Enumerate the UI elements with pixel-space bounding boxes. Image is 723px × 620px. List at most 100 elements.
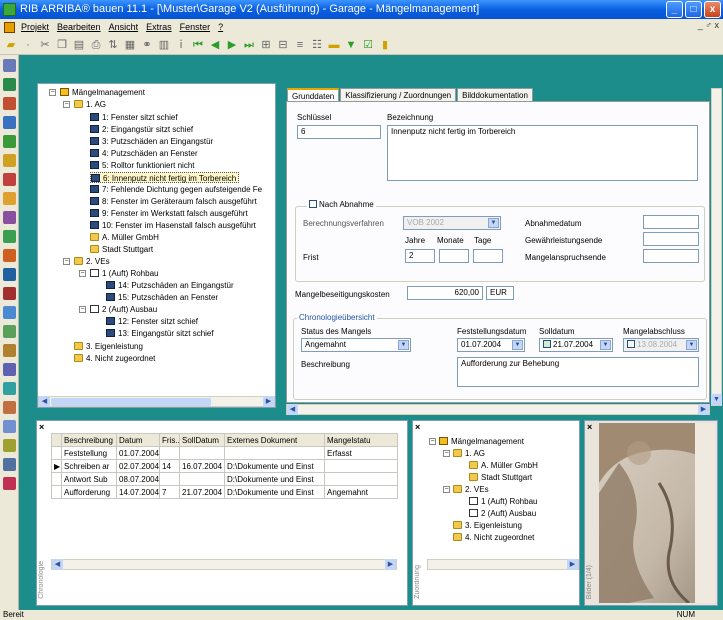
chevron-down-icon[interactable]: ▼	[686, 340, 697, 350]
paste-icon[interactable]: ▤	[72, 38, 86, 52]
tree-defect-item[interactable]: 10: Fenster im Hasenstall falsch ausgefü…	[90, 220, 256, 231]
properties-icon[interactable]: ▥	[157, 38, 171, 52]
menu-projekt[interactable]: Projekt	[17, 22, 53, 32]
frist-jahre-field[interactable]: 2	[405, 249, 435, 263]
close-icon[interactable]: ×	[415, 422, 420, 432]
module-icon[interactable]	[3, 363, 16, 376]
tree2-group-nicht-zugeordnet[interactable]: 4. Nicht zugeordnet	[453, 532, 534, 543]
maximize-button[interactable]: □	[685, 1, 702, 18]
schluessel-field[interactable]: 6	[297, 125, 381, 139]
module-icon[interactable]	[3, 154, 16, 167]
collapse-toggle[interactable]: −	[79, 306, 86, 313]
table-row[interactable]: Antwort Sub 08.07.2004 D:\Dokumente und …	[51, 472, 398, 486]
chevron-down-icon[interactable]: ▼	[488, 218, 499, 228]
module-icon[interactable]	[3, 135, 16, 148]
copy-icon[interactable]: ❐	[55, 38, 69, 52]
close-icon[interactable]: ×	[39, 422, 44, 432]
tree-defect-item[interactable]: 4: Putzschäden an Fenster	[90, 148, 198, 159]
tree2-city[interactable]: Stadt Stuttgart	[469, 472, 532, 483]
highlight-icon[interactable]: ▬	[327, 38, 341, 52]
chevron-down-icon[interactable]: ▼	[600, 340, 611, 350]
kosten-field[interactable]: 620,00	[407, 286, 483, 300]
menu-fenster[interactable]: Fenster	[176, 22, 215, 32]
table-cell[interactable]	[159, 446, 180, 460]
module-icon[interactable]	[3, 420, 16, 433]
tree-group-nicht-zugeordnet[interactable]: 4. Nicht zugeordnet	[74, 353, 155, 364]
funnel-icon[interactable]: ▼	[344, 38, 358, 52]
table-cell[interactable]: 08.07.2004	[116, 472, 160, 486]
scroll-right-icon[interactable]: ▶	[385, 559, 396, 570]
table-cell[interactable]: 14.07.2004	[116, 485, 160, 499]
beschreibung-field[interactable]: Aufforderung zur Behebung	[457, 357, 699, 387]
table-cell[interactable]	[324, 459, 398, 473]
feststellung-field[interactable]: 01.07.2004 ▼	[457, 338, 525, 352]
gewaehrleistungsende-field[interactable]	[643, 232, 699, 246]
first-record-icon[interactable]: ⏮	[191, 38, 205, 52]
column-header[interactable]: Externes Dokument	[224, 433, 325, 447]
binoculars-icon[interactable]: ⚭	[140, 38, 154, 52]
scroll-left-icon[interactable]: ◀	[39, 396, 50, 407]
module-icon[interactable]	[3, 382, 16, 395]
module-icon[interactable]	[3, 306, 16, 319]
frist-monate-field[interactable]	[439, 249, 469, 263]
menu-bearbeiten[interactable]: Bearbeiten	[53, 22, 105, 32]
collapse-toggle[interactable]: −	[429, 438, 436, 445]
document-icon[interactable]	[4, 21, 15, 33]
minimize-button[interactable]: _	[666, 1, 683, 18]
column-header[interactable]: SollDatum	[179, 433, 225, 447]
status-select[interactable]: Angemahnt ▼	[301, 338, 411, 352]
table-cell[interactable]: Antwort Sub	[61, 472, 117, 486]
tab-bilddokumentation[interactable]: Bilddokumentation	[457, 88, 533, 102]
currency-field[interactable]: EUR	[486, 286, 514, 300]
info-icon[interactable]: ⅰ	[174, 38, 188, 52]
tree-root[interactable]: Mängelmanagement	[60, 87, 145, 98]
tab-grunddaten[interactable]: Grunddaten	[287, 88, 340, 102]
next-record-icon[interactable]: ▶	[225, 38, 239, 52]
table-cell[interactable]: Erfasst	[324, 446, 398, 460]
form-horizontal-scrollbar[interactable]: ◀ ▶	[286, 404, 710, 415]
collapse-toggle[interactable]: −	[49, 89, 56, 96]
table-row[interactable]: Feststellung 01.07.2004 Erfasst	[51, 446, 398, 460]
tree2-company[interactable]: A. Müller GmbH	[469, 460, 538, 471]
menu-help[interactable]: ?	[214, 22, 227, 32]
module-icon[interactable]	[3, 230, 16, 243]
module-icon[interactable]	[3, 173, 16, 186]
table-cell[interactable]: D:\Dokumente und Einst	[224, 485, 325, 499]
filter-icon[interactable]: ▦	[123, 38, 137, 52]
table-horizontal-scrollbar[interactable]: ◀ ▶	[51, 559, 397, 570]
mangelabschluss-field[interactable]: 13.08.2004 ▼	[623, 338, 699, 352]
column-header[interactable]: Mangelstatu	[324, 433, 398, 447]
mdi-controls[interactable]: _ ♂ x	[698, 20, 719, 30]
tree-defect-item[interactable]: 12: Fenster sitzt schief	[106, 316, 198, 327]
close-button[interactable]: x	[704, 1, 721, 18]
tree-defect-item[interactable]: 7: Fehlende Dichtung gegen aufsteigende …	[90, 184, 262, 195]
tree-horizontal-scrollbar[interactable]: ◀ ▶	[38, 396, 275, 407]
tree-structure-icon[interactable]: ☷	[310, 38, 324, 52]
collapse-toggle[interactable]: −	[443, 450, 450, 457]
open-folder-icon[interactable]: ▰	[4, 38, 18, 52]
tree-defect-item[interactable]: 15: Putzschäden an Fenster	[106, 292, 218, 303]
chevron-down-icon[interactable]: ▼	[512, 340, 523, 350]
scroll-thumb[interactable]	[51, 398, 211, 406]
solldatum-field[interactable]: 21.07.2004 ▼	[539, 338, 613, 352]
collapse-toggle[interactable]: −	[443, 486, 450, 493]
collapse-toggle[interactable]: −	[79, 270, 86, 277]
previous-record-icon[interactable]: ◀	[208, 38, 222, 52]
checkbox-icon[interactable]	[627, 340, 635, 348]
module-icon[interactable]	[3, 344, 16, 357]
tree-collapse-icon[interactable]: ⊟	[276, 38, 290, 52]
collapse-toggle[interactable]: −	[63, 258, 70, 265]
report-icon[interactable]: ▮	[378, 38, 392, 52]
tree2-group-eigenleistung[interactable]: 3. Eigenleistung	[453, 520, 522, 531]
tree-group-eigenleistung[interactable]: 3. Eigenleistung	[74, 341, 143, 352]
table-cell[interactable]: 02.07.2004	[116, 459, 160, 473]
module-icon[interactable]	[3, 116, 16, 129]
module-icon[interactable]	[3, 211, 16, 224]
scroll-down-icon[interactable]: ▼	[711, 394, 722, 405]
module-icon[interactable]	[3, 401, 16, 414]
table-cell[interactable]	[179, 446, 225, 460]
table-row[interactable]: Aufforderung 14.07.2004 7 21.07.2004 D:\…	[51, 485, 398, 499]
module-icon[interactable]	[3, 458, 16, 471]
table-cell[interactable]	[159, 472, 180, 486]
cut-icon[interactable]: ✂	[38, 38, 52, 52]
